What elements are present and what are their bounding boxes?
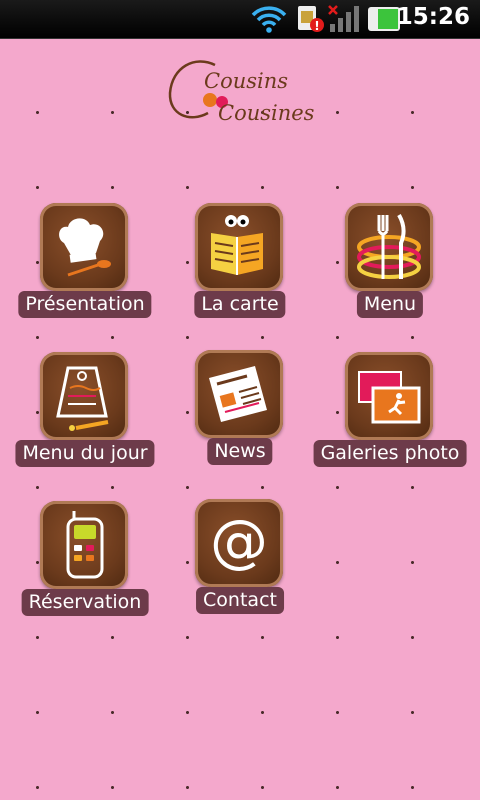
contact-label[interactable]: Contact	[196, 587, 284, 614]
menu-du-jour-label[interactable]: Menu du jour	[15, 440, 155, 467]
logo-text-bottom: Cousines	[218, 101, 315, 125]
la-carte-button[interactable]	[195, 203, 283, 291]
chef-hat-icon	[59, 218, 111, 277]
reservation-button[interactable]	[40, 501, 128, 589]
sim-alert-icon: !	[298, 6, 324, 33]
menu-item-contact[interactable]: @ Contact	[155, 499, 325, 629]
clock: 15:26	[396, 4, 470, 30]
menu-item-reservation[interactable]: Réservation	[0, 501, 170, 631]
daily-board-icon	[56, 366, 109, 431]
galeries-photo-label[interactable]: Galeries photo	[313, 440, 467, 467]
signal-icon	[328, 5, 359, 32]
menu-item-news[interactable]: News	[155, 350, 325, 480]
status-bar: ! 15:26	[0, 0, 480, 39]
menu-du-jour-button[interactable]	[40, 352, 128, 440]
menu-item-galeries-photo[interactable]: Galeries photo	[305, 352, 475, 482]
logo-text-top: Cousins	[204, 69, 288, 93]
contact-button[interactable]: @	[195, 499, 283, 587]
la-carte-label[interactable]: La carte	[194, 291, 286, 318]
menu-item-menu-du-jour[interactable]: Menu du jour	[0, 352, 170, 482]
presentation-label[interactable]: Présentation	[18, 291, 152, 318]
cousins-cousines-logo: Cousins Cousines	[168, 60, 315, 125]
presentation-button[interactable]	[40, 203, 128, 291]
photo-gallery-icon	[358, 371, 421, 424]
wifi-icon	[251, 6, 287, 33]
newspaper-icon	[209, 366, 267, 422]
menu-label[interactable]: Menu	[356, 291, 424, 318]
menu-button[interactable]	[345, 203, 433, 291]
svg-text:!: !	[314, 19, 319, 33]
open-menu-book-icon	[211, 215, 263, 275]
fork-knife-plate-icon	[357, 214, 421, 279]
news-label[interactable]: News	[207, 438, 273, 465]
svg-text:@: @	[210, 507, 268, 575]
reservation-label[interactable]: Réservation	[21, 589, 149, 616]
galeries-photo-button[interactable]	[345, 352, 433, 440]
phone-icon	[66, 511, 104, 579]
menu-item-la-carte[interactable]: La carte	[155, 203, 325, 333]
menu-item-menu[interactable]: Menu	[305, 203, 475, 333]
menu-item-presentation[interactable]: Présentation	[0, 203, 170, 333]
news-button[interactable]	[195, 350, 283, 438]
at-sign-icon: @	[210, 507, 268, 575]
